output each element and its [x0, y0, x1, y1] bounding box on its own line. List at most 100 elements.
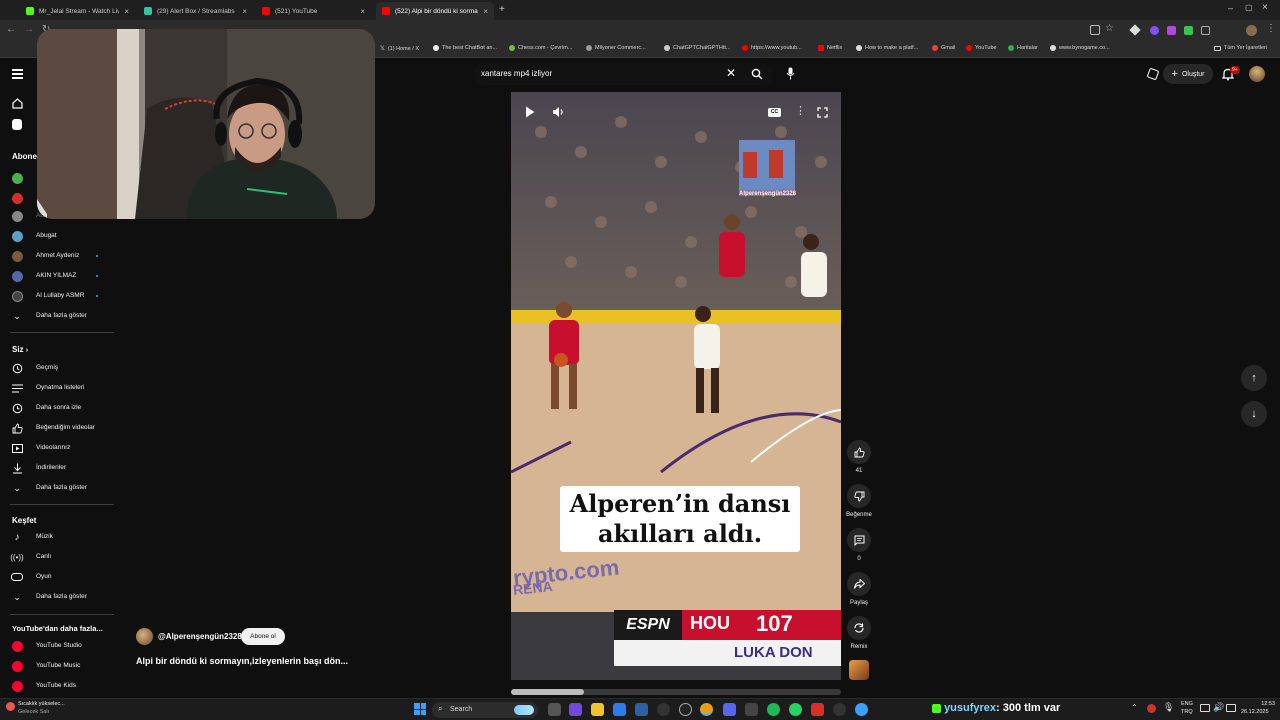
tab-youtube[interactable]: (521) YouTube × — [256, 2, 371, 20]
create-button[interactable]: + Oluştur — [1163, 64, 1213, 84]
language-indicator[interactable]: ENG — [1181, 701, 1193, 707]
maximize-icon[interactable]: ▢ — [1245, 3, 1253, 12]
sidebar-you-show-more[interactable]: ⌄ Daha fazla göster — [0, 478, 118, 498]
extension-icon[interactable] — [1150, 26, 1159, 35]
search-box[interactable]: xantares mp4 izliyor ✕ — [473, 63, 773, 85]
fullscreen-icon[interactable] — [817, 107, 828, 118]
sidebar-sub-akin-yilmaz[interactable]: AKIN YILMAZ — [0, 266, 118, 286]
like-button[interactable]: 41 — [842, 440, 876, 474]
play-icon[interactable] — [525, 106, 535, 118]
bookmark-youtube[interactable]: YouTube — [966, 45, 997, 51]
hamburger-menu-icon[interactable] — [12, 69, 23, 79]
shorts-icon[interactable] — [12, 119, 22, 130]
volume-icon[interactable] — [552, 106, 565, 118]
dislike-button[interactable]: Beğenme — [842, 484, 876, 518]
sidebar-item-history[interactable]: Geçmiş — [0, 358, 118, 378]
bookmark-platformer[interactable]: How to make a platf... — [856, 45, 918, 51]
teams-icon[interactable] — [569, 703, 582, 716]
microphone-icon[interactable] — [786, 67, 795, 80]
sidebar-item-music[interactable]: ♪ Müzik — [0, 527, 118, 547]
weather-text[interactable]: Sıcaklık yükselec... — [18, 701, 65, 707]
close-window-icon[interactable]: × — [1262, 2, 1268, 13]
subscribe-button[interactable]: Abone ol — [241, 628, 285, 645]
tray-app-icon[interactable] — [1147, 704, 1156, 713]
windows-start-icon[interactable] — [414, 703, 426, 715]
clock-time[interactable]: 12:53 — [1245, 701, 1275, 707]
bookmark-milyoner[interactable]: Milyoner Commerc... — [586, 45, 646, 51]
app-icon[interactable] — [833, 703, 846, 716]
sidebar-item-your-videos[interactable]: Videolarınız — [0, 438, 118, 458]
steam-icon[interactable] — [635, 703, 648, 716]
extension-icon[interactable] — [1184, 26, 1193, 35]
profile-avatar[interactable] — [1246, 25, 1257, 36]
close-icon[interactable]: × — [360, 7, 365, 16]
sidebar-item-youtube-kids[interactable]: YouTube Kids — [0, 676, 118, 696]
sidebar-item-youtube-studio[interactable]: YouTube Studio — [0, 636, 118, 656]
extension-icon[interactable] — [1167, 26, 1176, 35]
sidebar-sub-ahmet-aydeniz[interactable]: Ahmet Aydeniz — [0, 246, 118, 266]
home-icon[interactable] — [12, 98, 23, 109]
sidebar-item-youtube-music[interactable]: YouTube Music — [0, 656, 118, 676]
app-icon[interactable] — [745, 703, 758, 716]
bookmark-chatbot[interactable]: The best ChatBot an... — [433, 45, 497, 51]
close-icon[interactable]: × — [483, 7, 488, 16]
search-input[interactable]: xantares mp4 izliyor — [481, 69, 552, 78]
sidebar-sub-al-lullaby[interactable]: Al Lullaby ASMR — [0, 286, 118, 306]
next-short-button[interactable]: ↓ — [1241, 401, 1267, 427]
previous-short-button[interactable]: ↑ — [1241, 365, 1267, 391]
sound-thumbnail[interactable] — [849, 660, 869, 680]
bookmark-bynogame[interactable]: www.bynogame.co... — [1050, 45, 1110, 51]
channel-name[interactable]: @Alperenşengün2328 — [158, 632, 242, 641]
sidebar-item-live[interactable]: ((•)) Canlı — [0, 547, 118, 567]
tab-current-video[interactable]: (522) Alpi bir döndü ki sormay × — [376, 2, 494, 20]
extensions-puzzle-icon[interactable] — [1201, 26, 1210, 35]
app-icon[interactable] — [679, 703, 692, 716]
clear-search-icon[interactable]: ✕ — [726, 66, 736, 80]
bookmark-x[interactable]: 𝕏 (1) Home / X — [380, 45, 419, 53]
extension-icon[interactable] — [1129, 24, 1141, 36]
sidebar-explore-show-more[interactable]: ⌄ Daha fazla göster — [0, 587, 118, 607]
close-icon[interactable]: × — [242, 7, 247, 16]
back-icon[interactable]: ← — [6, 24, 16, 35]
sidebar-item-playlists[interactable]: Oynatma listeleri — [0, 378, 118, 398]
discord-icon[interactable] — [723, 703, 736, 716]
more-options-icon[interactable]: ⋮ — [795, 104, 806, 117]
sidebar-item-gaming[interactable]: Oyun — [0, 567, 118, 587]
video-title[interactable]: Alpi bir döndü ki sormayın,izleyenlerin … — [136, 656, 348, 666]
bookmark-youtube-link[interactable]: https://www.youtub... — [742, 45, 802, 51]
chrome-icon[interactable] — [700, 703, 713, 716]
whatsapp-icon[interactable] — [789, 703, 802, 716]
channel-avatar[interactable] — [136, 628, 153, 645]
app-icon[interactable] — [811, 703, 824, 716]
app-icon[interactable] — [855, 703, 868, 716]
tray-chevron-icon[interactable]: ⌃ — [1131, 703, 1138, 712]
sidebar-item-liked-videos[interactable]: Beğendiğim videolar — [0, 418, 118, 438]
forward-icon[interactable]: → — [24, 24, 34, 35]
taskbar-search[interactable]: ⌕ Search — [432, 702, 538, 718]
share-button[interactable]: Paylaş — [842, 572, 876, 606]
captions-icon[interactable]: CC — [768, 108, 781, 117]
minimize-icon[interactable]: – — [1228, 3, 1233, 13]
bookmark-chess[interactable]: Chess.com - Çevrim... — [509, 45, 572, 51]
comments-button[interactable]: 0 — [842, 528, 876, 562]
studio-icon[interactable] — [1146, 67, 1160, 81]
all-bookmarks-folder[interactable]: Tüm Yer İşaretleri — [1214, 45, 1267, 51]
volume-icon[interactable]: 🔊 — [1213, 702, 1224, 713]
bookmark-maps[interactable]: Haritalar — [1008, 45, 1038, 51]
sidebar-item-watch-later[interactable]: Daha sonra izle — [0, 398, 118, 418]
store-icon[interactable] — [613, 703, 626, 716]
network-icon[interactable] — [1200, 704, 1210, 712]
file-explorer-icon[interactable] — [591, 703, 604, 716]
tab-streamlabs[interactable]: (29) Alert Box / Streamlabs × — [138, 2, 253, 20]
shorts-player[interactable]: Alperenşengün2328 rypto.com RENA CC ⋮ — [511, 92, 841, 680]
tab-kick-stream[interactable]: Mr_Jelal Stream - Watch Live o × — [20, 2, 135, 20]
bookmark-gmail[interactable]: Gmail — [932, 45, 955, 51]
new-tab-button[interactable]: + — [499, 4, 505, 15]
sidebar-subs-show-more[interactable]: ⌄ Daha fazla göster — [0, 306, 118, 326]
obs-icon[interactable] — [657, 703, 670, 716]
spotify-icon[interactable] — [767, 703, 780, 716]
you-heading[interactable]: Siz › — [12, 345, 28, 354]
video-progress-bar[interactable] — [511, 689, 841, 695]
bookmark-chatgpt[interactable]: ChatGPTChatGPTHtt... — [664, 45, 730, 51]
star-icon[interactable]: ☆ — [1105, 23, 1114, 34]
